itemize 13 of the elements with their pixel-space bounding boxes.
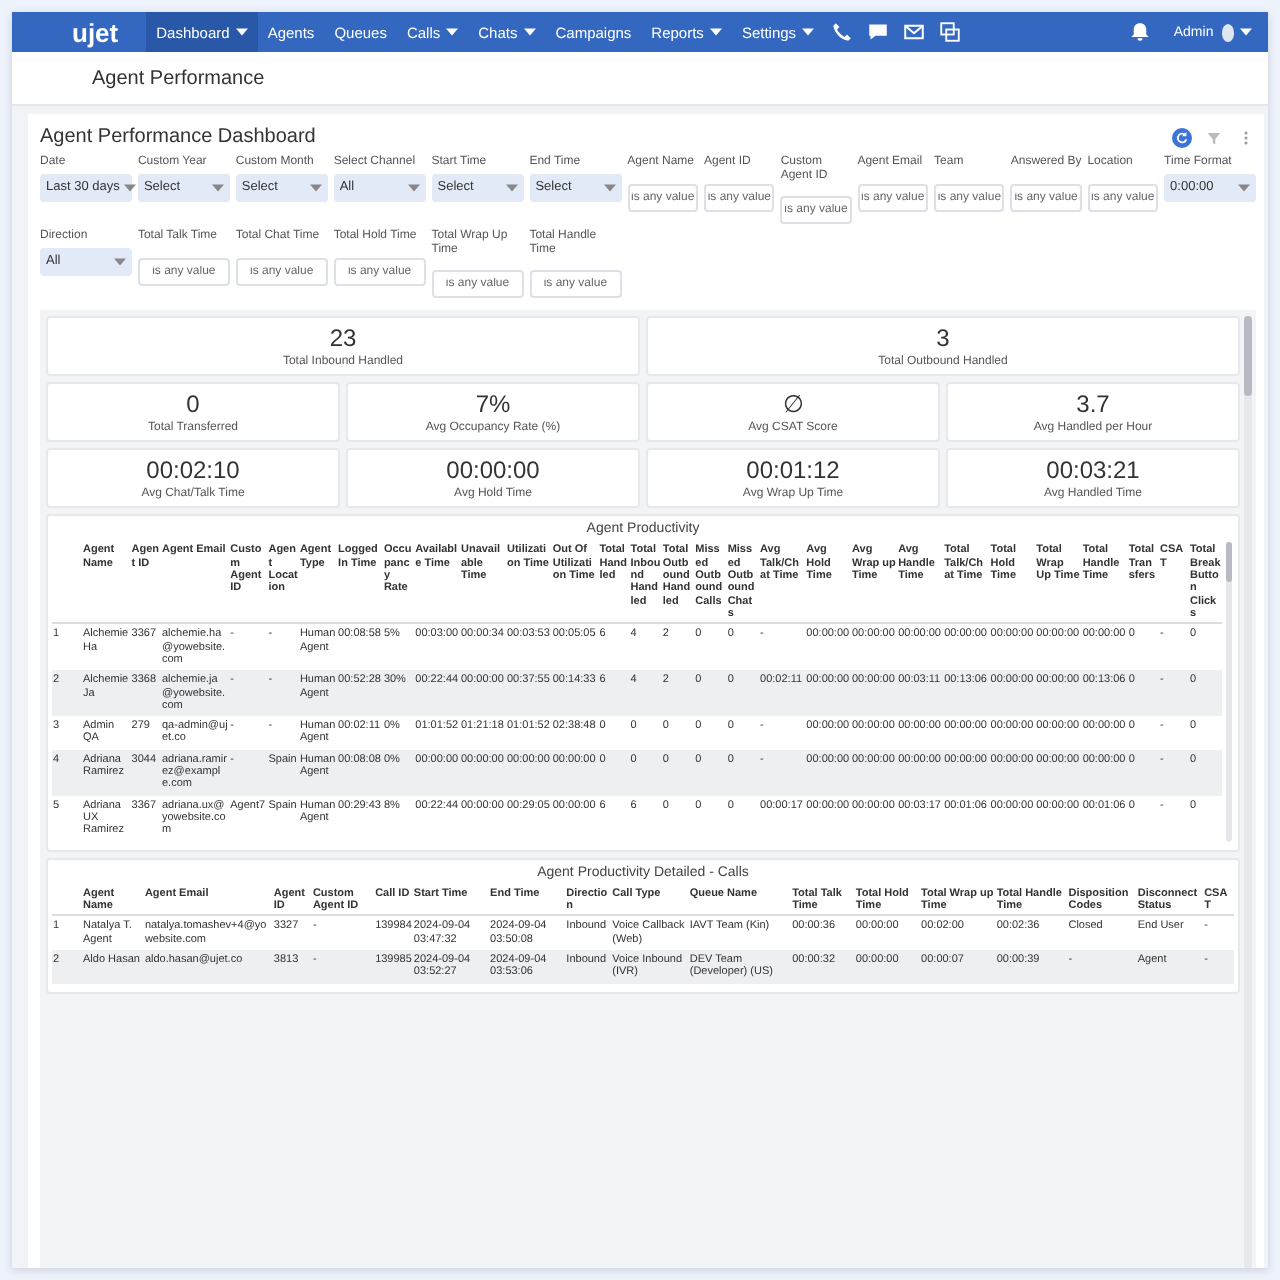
stat-value: 0 bbox=[186, 390, 200, 419]
stat-value: 00:01:12 bbox=[746, 456, 840, 485]
stat-value: 23 bbox=[329, 324, 357, 353]
logo[interactable]: ujet bbox=[72, 17, 119, 47]
stat-value: 00:03:21 bbox=[1046, 456, 1140, 485]
stat-value: 3.7 bbox=[1076, 390, 1110, 419]
dashboard-title: Agent Performance Dashboard bbox=[40, 126, 318, 148]
stat-value: 00:00:00 bbox=[446, 456, 540, 485]
stat-value: 3 bbox=[936, 324, 950, 353]
page-title: Agent Performance bbox=[92, 67, 265, 89]
stat-value: 7% bbox=[475, 390, 511, 419]
stat-value: ∅ bbox=[783, 390, 803, 419]
stat-value: 00:02:10 bbox=[146, 456, 240, 485]
